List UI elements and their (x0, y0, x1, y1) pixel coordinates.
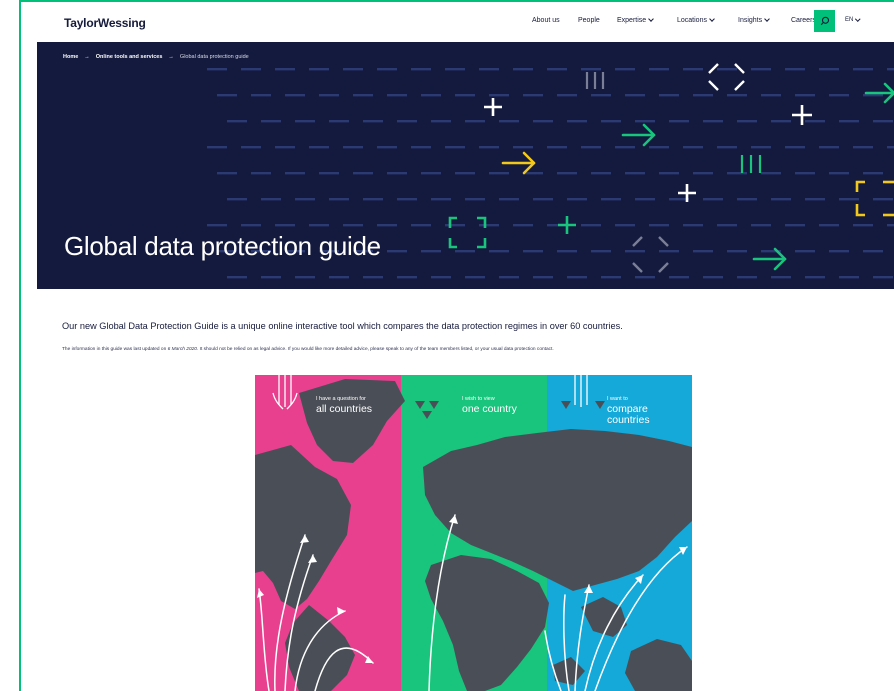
nav-careers[interactable]: Careers (791, 0, 816, 40)
chevron-down-icon (855, 16, 861, 22)
arrow-right-icon: → (84, 54, 90, 60)
page-frame-left (19, 0, 21, 691)
search-icon (820, 16, 829, 26)
countries-label[interactable]: countries (607, 415, 650, 426)
nav-locations-label[interactable]: Locations (677, 17, 707, 24)
update-note-pre: The information in this guide was last u… (62, 347, 168, 352)
update-note-post: . It should not be relied on as legal ad… (196, 347, 554, 352)
all-countries-small-label: I have a question for (316, 396, 366, 402)
search-button[interactable] (814, 10, 835, 32)
update-note: The information in this guide was last u… (62, 347, 554, 352)
chevron-down-icon (648, 16, 655, 22)
nav-expertise[interactable]: Expertise (617, 0, 655, 40)
one-country-small-label: I wish to view (462, 396, 495, 402)
intro-text: Our new Global Data Protection Guide is … (62, 321, 623, 331)
language-label[interactable]: EN (845, 17, 853, 23)
breadcrumb-online-tools[interactable]: Online tools and services (96, 54, 163, 60)
nav-insights-label[interactable]: Insights (738, 17, 762, 24)
nav-people[interactable]: People (578, 0, 600, 40)
nav-about-us[interactable]: About us (532, 0, 560, 40)
nav-insights[interactable]: Insights (738, 0, 770, 40)
all-countries-label[interactable]: all countries (316, 404, 372, 415)
breadcrumb-home[interactable]: Home (63, 54, 78, 60)
chevron-down-icon (764, 16, 770, 22)
page-title: Global data protection guide (64, 231, 381, 261)
arrow-right-icon: → (168, 54, 174, 60)
guide-entry-graphic: I have a question for all countries I wi… (255, 375, 692, 691)
compare-small-label: I want to (607, 396, 628, 402)
taylorwessing-logo[interactable]: TaylorWessing (64, 16, 146, 30)
nav-people-label[interactable]: People (578, 17, 600, 24)
nav-about-us-label[interactable]: About us (532, 17, 560, 24)
breadcrumb: Home → Online tools and services → Globa… (63, 54, 249, 60)
chevron-down-icon (709, 16, 715, 22)
nav-expertise-label[interactable]: Expertise (617, 17, 646, 24)
nav-locations[interactable]: Locations (677, 0, 715, 40)
breadcrumb-current: Global data protection guide (179, 54, 249, 60)
one-country-label[interactable]: one country (462, 404, 517, 415)
nav-careers-label[interactable]: Careers (791, 17, 816, 24)
language-selector[interactable]: EN (845, 16, 861, 23)
hero-banner: Home → Online tools and services → Globa… (37, 42, 894, 289)
update-date: 6 March 2020 (167, 347, 197, 352)
